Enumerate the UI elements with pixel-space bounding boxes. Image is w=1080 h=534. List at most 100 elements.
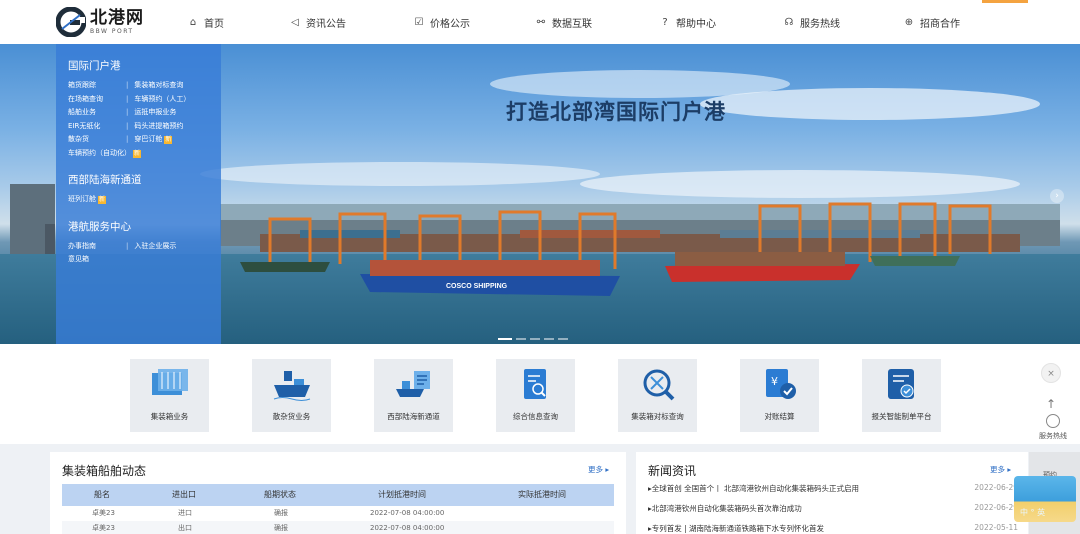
- nav-item-price[interactable]: ☑ 价格公示: [414, 14, 470, 30]
- side-link[interactable]: | 集装箱对标查询: [126, 79, 209, 93]
- table-cell: 卓美23: [92, 509, 115, 517]
- nav-label: 资讯公告: [306, 18, 346, 30]
- services-row: 集装箱业务 散杂货业务 西部陆海新通道 综合信息查询 集装箱对标查询 ¥ 对账结…: [0, 344, 1080, 444]
- nav-item-invest[interactable]: ⊕ 招商合作: [904, 14, 960, 30]
- table-cell: 卓美23: [92, 524, 115, 532]
- side-link[interactable]: EIR无纸化: [68, 120, 126, 134]
- service-label: 综合信息查询: [513, 412, 558, 421]
- table-row[interactable]: 卓美23 进口 确报 2022-07-08 04:00:00: [62, 506, 614, 521]
- news-item[interactable]: ▸北部湾港钦州自动化集装箱码头首次靠泊成功 2022-06-29: [648, 503, 1018, 514]
- container-search-icon: [638, 367, 678, 403]
- language-widget-label: 中 ° 英: [1020, 508, 1046, 517]
- news-item[interactable]: ▸全球首创 全国首个丨 北部湾港钦州自动化集装箱码头正式启用 2022-06-29: [648, 483, 1018, 494]
- hero-title: 打造北部湾国际门户港: [506, 100, 726, 124]
- chevron-right-icon: ▸: [1007, 465, 1012, 474]
- carousel-dot[interactable]: [516, 338, 526, 340]
- logo-en-text: BBW PORT: [90, 27, 134, 35]
- customs-icon: [882, 367, 922, 403]
- nav-item-hotline[interactable]: ☊ 服务热线: [784, 14, 840, 30]
- side-link[interactable]: 班列订舱新: [68, 193, 126, 207]
- side-link[interactable]: 散杂货: [68, 133, 126, 147]
- side-menu: 国际门户港 箱货跟踪 | 集装箱对标查询 在场箱查询 | 车辆预约（人工） 船舶业务…: [56, 44, 221, 344]
- side-section-corridor: 西部陆海新通道 班列订舱新: [68, 172, 209, 207]
- table-row[interactable]: 卓美23 出口 确报 2022-07-08 04:00:00: [62, 521, 614, 534]
- carousel-dot[interactable]: [498, 338, 512, 340]
- nav-item-home[interactable]: ⌂ 首页: [188, 14, 224, 30]
- nav-label: 帮助中心: [676, 18, 716, 30]
- side-section-title: 港航服务中心: [68, 220, 131, 233]
- side-section-service: 港航服务中心 办事指南 | 入驻企业展示 意见箱: [68, 219, 209, 267]
- side-link[interactable]: | 穿巴订舱新: [126, 133, 209, 147]
- nav-label: 首页: [204, 18, 224, 30]
- vessel-panel-title: 集装箱船舶动态: [62, 464, 147, 478]
- side-link[interactable]: 办事指南: [68, 240, 126, 254]
- nav-item-news[interactable]: ◁ 资讯公告: [290, 14, 346, 30]
- carousel-dot[interactable]: [558, 338, 568, 340]
- news-date: 2022-06-29: [974, 503, 1018, 512]
- service-customs[interactable]: 报关智能制单平台: [862, 359, 941, 432]
- service-bulk[interactable]: 散杂货业务: [252, 359, 331, 432]
- news-panel-title: 新闻资讯: [648, 464, 697, 478]
- network-icon: ⚯: [536, 16, 546, 28]
- news-item[interactable]: ▸专列首发 | 湖南陆海新通道铁路箱下水专列怀化首发 2022-05-11: [648, 523, 1018, 534]
- service-label: 报关智能制单平台: [871, 412, 932, 421]
- new-badge: 新: [164, 136, 173, 144]
- site-header: 北港网 BBW PORT ⌂ 首页 ◁ 资讯公告 ☑ 价格公示 ⚯ 数据互联 ? 帮助中心…: [0, 0, 1080, 44]
- back-to-top-icon[interactable]: ↑: [1043, 397, 1059, 413]
- news-panel: 新闻资讯 更多 ▸ ▸全球首创 全国首个丨 北部湾港钦州自动化集装箱码头正式启用…: [636, 452, 1028, 534]
- service-container[interactable]: 集装箱业务: [130, 359, 209, 432]
- nav-label: 价格公示: [430, 18, 470, 30]
- side-link[interactable]: 车辆预约（自动化）新: [68, 147, 209, 161]
- vessel-table-header: 船名 进出口 船期状态 计划抵港时间 实际抵港时间: [62, 484, 614, 506]
- carousel-dot[interactable]: [530, 338, 540, 340]
- language-widget[interactable]: 中 ° 英: [1014, 476, 1076, 522]
- vessel-panel: 集装箱船舶动态 更多 ▸ 船名 进出口 船期状态 计划抵港时间 实际抵港时间 卓…: [50, 452, 626, 534]
- service-sea-rail[interactable]: 西部陆海新通道: [374, 359, 453, 432]
- side-link[interactable]: | 入驻企业展示: [126, 240, 209, 254]
- service-container-search[interactable]: 集装箱对标查询: [618, 359, 697, 432]
- side-link[interactable]: 箱货跟踪: [68, 79, 126, 93]
- service-settlement[interactable]: ¥ 对账结算: [740, 359, 819, 432]
- side-link[interactable]: 意见箱: [68, 253, 126, 267]
- column-header: 实际抵港时间: [518, 490, 566, 499]
- nav-label: 服务热线: [800, 18, 840, 30]
- cargo-ship-icon: [272, 367, 312, 403]
- help-icon: ?: [662, 16, 668, 28]
- nav-item-help[interactable]: ? 帮助中心: [660, 14, 716, 30]
- news-more-link[interactable]: 更多 ▸: [990, 464, 1011, 475]
- side-link[interactable]: | 车辆预约（人工）: [126, 93, 209, 107]
- settlement-icon: ¥: [760, 367, 800, 403]
- service-label: 散杂货业务: [272, 412, 311, 421]
- top-accent-bar: [982, 0, 1028, 3]
- float-service-label: 服务热线: [1039, 432, 1067, 440]
- service-label: 西部陆海新通道: [387, 412, 440, 421]
- side-link[interactable]: 在场箱查询: [68, 93, 126, 107]
- table-cell: 出口: [178, 524, 192, 532]
- info-query-icon: [516, 367, 556, 403]
- logo-g-icon: [55, 6, 87, 38]
- chevron-right-icon: ▸: [605, 465, 610, 474]
- side-link[interactable]: | 运抵申报业务: [126, 106, 209, 120]
- svg-text:¥: ¥: [771, 375, 778, 388]
- site-logo[interactable]: 北港网 BBW PORT: [55, 6, 144, 38]
- table-cell: 进口: [178, 509, 192, 517]
- service-label: 集装箱对标查询: [631, 412, 684, 421]
- new-badge: 新: [98, 196, 107, 204]
- carousel-dot[interactable]: [544, 338, 554, 340]
- news-date: 2022-06-29: [974, 483, 1018, 492]
- headset-icon: [1046, 414, 1060, 428]
- nav-label: 数据互联: [552, 18, 592, 30]
- service-label: 对账结算: [764, 412, 795, 421]
- table-cell: 确报: [274, 524, 288, 532]
- price-icon: ☑: [414, 16, 424, 28]
- table-cell: 2022-07-08 04:00:00: [370, 509, 445, 517]
- side-link[interactable]: 船舶业务: [68, 106, 126, 120]
- service-info-query[interactable]: 综合信息查询: [496, 359, 575, 432]
- nav-item-data[interactable]: ⚯ 数据互联: [536, 14, 592, 30]
- nav-label: 招商合作: [920, 18, 960, 30]
- vessel-more-link[interactable]: 更多 ▸: [588, 464, 609, 475]
- carousel-next-icon[interactable]: ›: [1050, 189, 1064, 203]
- float-service-hotline[interactable]: 服务热线: [1033, 414, 1073, 441]
- float-close-icon[interactable]: ×: [1041, 363, 1061, 383]
- side-link[interactable]: | 码头进提箱预约: [126, 120, 209, 134]
